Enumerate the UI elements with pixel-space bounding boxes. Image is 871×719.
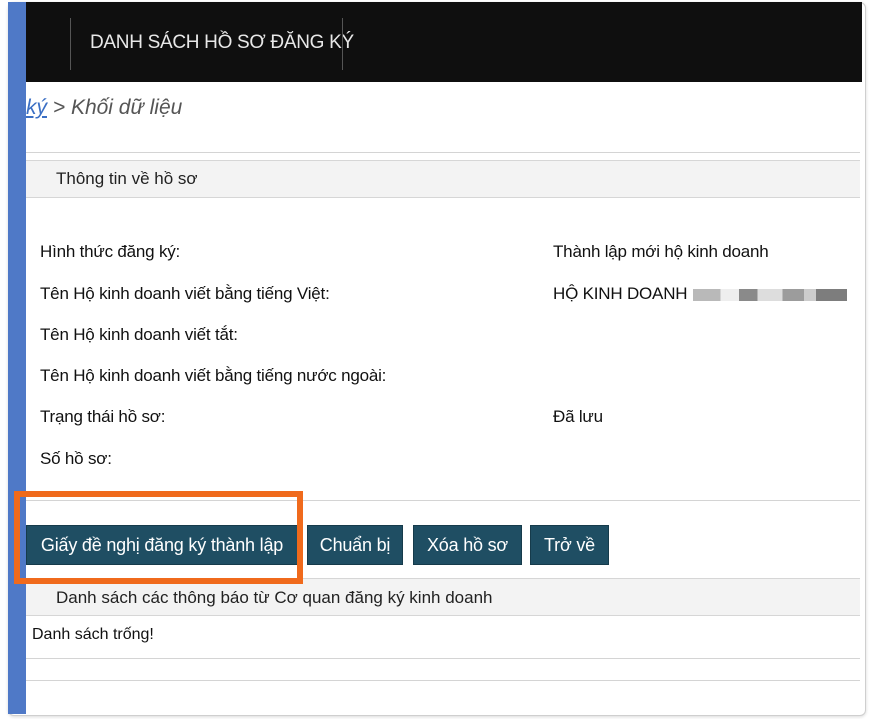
highlight-annotation-box bbox=[14, 491, 303, 584]
top-nav-bar: DANH SÁCH HỒ SƠ ĐĂNG KÝ bbox=[26, 2, 862, 82]
divider bbox=[26, 680, 860, 681]
nav-title-registration-list[interactable]: DANH SÁCH HỒ SƠ ĐĂNG KÝ bbox=[90, 32, 354, 54]
prepare-button[interactable]: Chuẩn bị bbox=[307, 525, 403, 565]
redacted-name-blur bbox=[693, 288, 848, 301]
left-accent-strip bbox=[8, 2, 26, 714]
breadcrumb-current: Khối dữ liệu bbox=[70, 96, 183, 119]
nav-divider bbox=[70, 18, 71, 70]
profile-section-header: Thông tin về hồ sơ bbox=[26, 160, 860, 198]
status-label: Trạng thái hồ sơ: bbox=[40, 407, 166, 426]
business-name-abbr-label: Tên Hộ kinh doanh viết tắt: bbox=[40, 325, 238, 344]
registration-type-label: Hình thức đăng ký: bbox=[40, 242, 181, 261]
breadcrumb-separator: > bbox=[47, 96, 71, 119]
business-name-vi-label: Tên Hộ kinh doanh viết bằng tiếng Việt: bbox=[40, 284, 330, 303]
business-name-vi-value: HỘ KINH DOANH bbox=[553, 284, 848, 304]
status-value: Đã lưu bbox=[553, 407, 603, 426]
delete-file-button[interactable]: Xóa hồ sơ bbox=[413, 525, 522, 565]
file-number-label: Số hồ sơ: bbox=[40, 449, 112, 468]
breadcrumb: ký > Khối dữ liệu bbox=[26, 96, 182, 120]
registration-type-value: Thành lập mới hộ kinh doanh bbox=[553, 242, 769, 261]
business-name-vi-text: HỘ KINH DOANH bbox=[553, 284, 688, 303]
profile-section-title: Thông tin về hồ sơ bbox=[56, 169, 198, 188]
back-button[interactable]: Trở về bbox=[530, 525, 609, 565]
notices-empty-message: Danh sách trống! bbox=[32, 626, 154, 643]
divider bbox=[26, 658, 860, 659]
notices-section-title: Danh sách các thông báo từ Cơ quan đăng … bbox=[56, 588, 493, 607]
business-name-foreign-label: Tên Hộ kinh doanh viết bằng tiếng nước n… bbox=[40, 366, 387, 385]
breadcrumb-link[interactable]: ký bbox=[26, 96, 47, 119]
nav-divider bbox=[342, 18, 343, 70]
divider bbox=[26, 152, 860, 153]
